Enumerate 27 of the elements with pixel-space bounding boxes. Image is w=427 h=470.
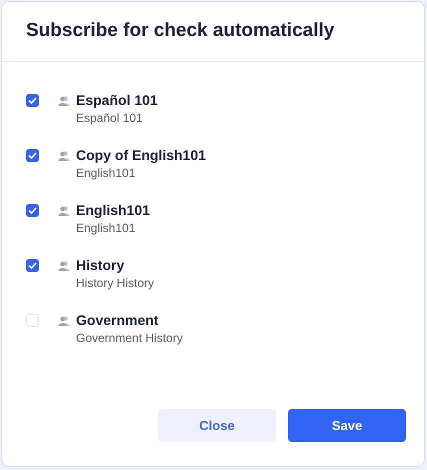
- class-subtitle: English101: [76, 220, 136, 237]
- save-button[interactable]: Save: [288, 409, 406, 442]
- people-icon: [58, 96, 70, 106]
- checkmark-icon: [28, 97, 37, 104]
- checkmark-icon: [28, 207, 37, 214]
- checkmark-icon: [28, 262, 37, 269]
- class-name: Español 101: [76, 91, 158, 109]
- class-name: History: [76, 256, 126, 274]
- checkmark-icon: [28, 152, 37, 159]
- checkbox[interactable]: [26, 94, 39, 107]
- class-name: English101: [76, 201, 150, 219]
- class-name: Copy of English101: [76, 146, 206, 164]
- class-subtitle: English101: [76, 165, 136, 182]
- class-name: Government: [76, 311, 160, 329]
- people-icon: [58, 316, 70, 326]
- people-icon: [58, 261, 70, 271]
- people-icon: [58, 151, 70, 161]
- checkbox[interactable]: [26, 149, 39, 162]
- class-subtitle: History History: [76, 275, 154, 292]
- checkbox[interactable]: [26, 314, 39, 327]
- class-subtitle: Government History: [76, 330, 183, 347]
- dialog-title: Subscribe for check automatically: [26, 19, 334, 44]
- checkbox[interactable]: [26, 204, 39, 217]
- people-icon: [58, 206, 70, 216]
- close-button[interactable]: Close: [158, 409, 276, 442]
- checkbox[interactable]: [26, 259, 39, 272]
- class-subtitle: Español 101: [76, 110, 144, 127]
